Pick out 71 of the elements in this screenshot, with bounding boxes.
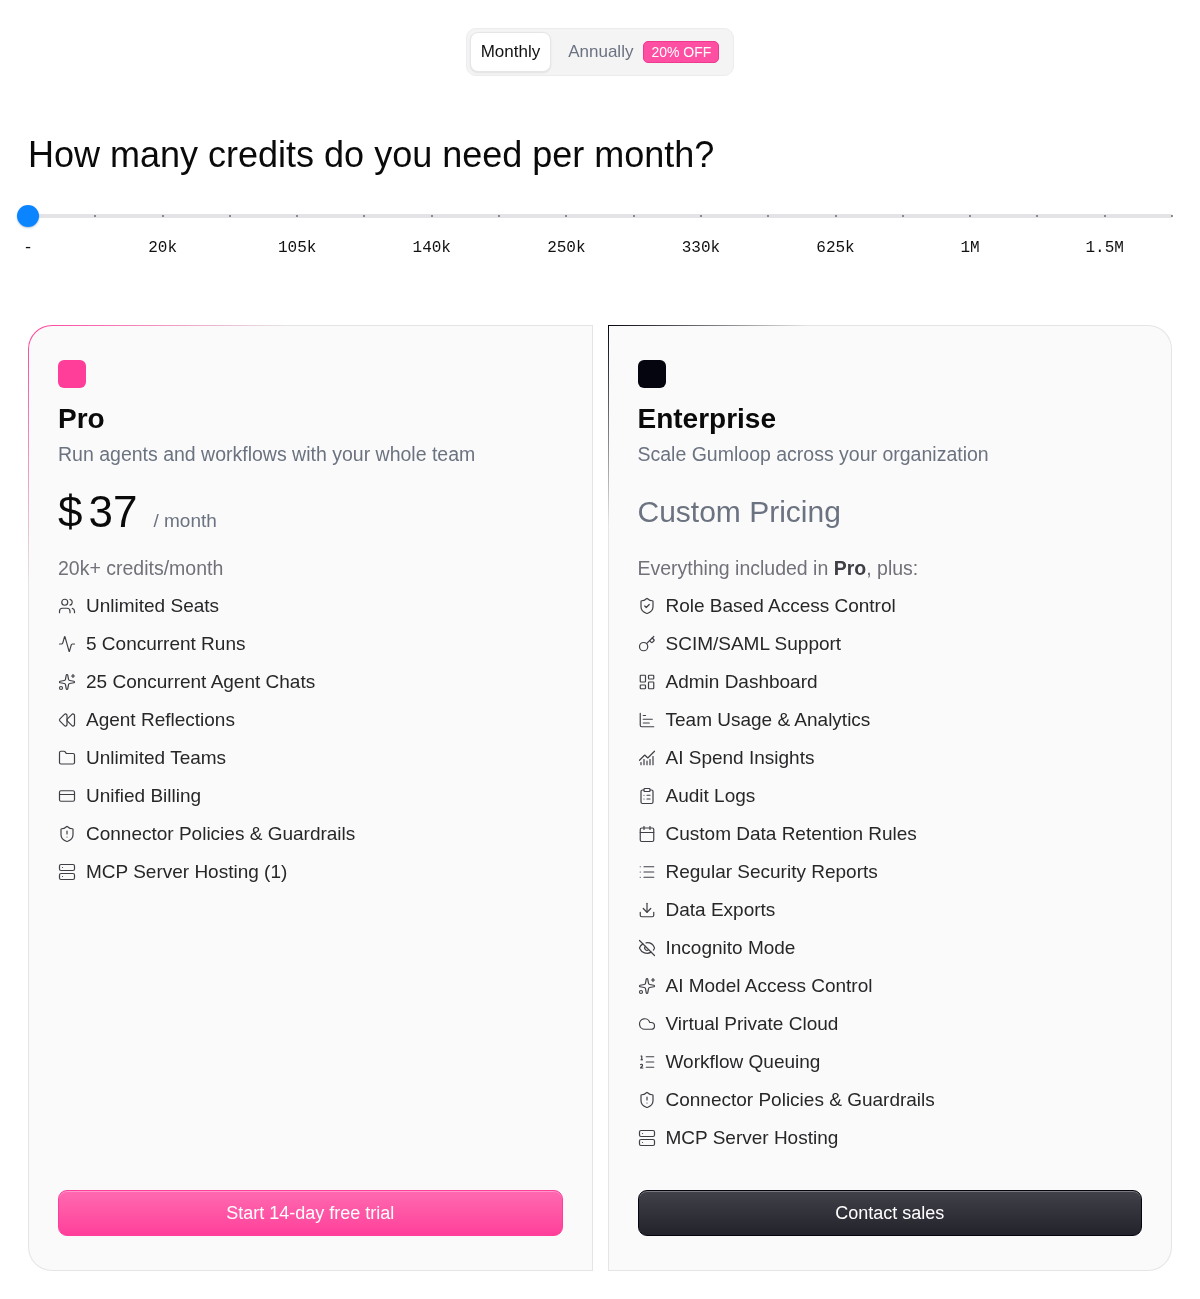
feature-label: MCP Server Hosting (1) [86, 860, 288, 884]
feature-label: Connector Policies & Guardrails [86, 822, 356, 846]
feature-label: Agent Reflections [86, 708, 235, 732]
feature-label: SCIM/SAML Support [665, 632, 842, 656]
custom-pricing: Custom Pricing [637, 494, 841, 530]
card-icon [58, 787, 76, 805]
calendar-icon [637, 825, 656, 843]
plan-description: Scale Gumloop across your organization [637, 442, 990, 467]
shield-check-icon [637, 597, 656, 615]
feature-label: Connector Policies & Guardrails [665, 1088, 935, 1112]
feature-label: Data Exports [665, 898, 776, 922]
rewind-icon [58, 711, 76, 729]
bar-chart-icon [637, 711, 656, 729]
feature-label: Virtual Private Cloud [665, 1012, 839, 1036]
server-icon [58, 863, 76, 881]
slider-label: 330k [681, 238, 721, 258]
credits-question: How many credits do you need per month? [28, 134, 716, 176]
price-period: / month [153, 510, 217, 532]
feature-label: Incognito Mode [665, 936, 796, 960]
feature-label: Role Based Access Control [665, 594, 896, 618]
server-icon [637, 1129, 656, 1147]
billing-tab[interactable]: Annually 20% OFF [555, 32, 731, 72]
feature-label: Regular Security Reports [665, 860, 878, 884]
price-currency: $ [58, 486, 83, 538]
sparkles-icon [637, 977, 656, 995]
users-icon [58, 597, 76, 615]
slider-label: 625k [816, 238, 855, 258]
numbered-list-icon [637, 1053, 656, 1071]
slider-label: 140k [412, 238, 451, 258]
pulse-icon [58, 635, 76, 653]
dashboard-icon [637, 673, 656, 691]
feature-label: Unlimited Seats [86, 594, 220, 618]
feature-label: Workflow Queuing [665, 1050, 821, 1074]
plan-description: Run agents and workflows with your whole team [58, 442, 477, 467]
feature-label: Team Usage & Analytics [665, 708, 871, 732]
cloud-icon [637, 1015, 656, 1033]
feature-label: Custom Data Retention Rules [665, 822, 917, 846]
feature-label: AI Spend Insights [665, 746, 815, 770]
price-amount: 37 [88, 486, 138, 538]
feature-label: Unified Billing [86, 784, 202, 808]
feature-label: Audit Logs [665, 784, 756, 808]
folder-icon [58, 749, 76, 767]
plan-name: Pro [58, 402, 106, 436]
feature-label: MCP Server Hosting [665, 1126, 839, 1150]
contact-sales-button[interactable]: Contact sales [637, 1190, 1142, 1236]
shield-alert-icon [58, 825, 76, 843]
billing-tab[interactable]: Monthly [469, 32, 552, 72]
features-intro: 20k+ credits/month [58, 556, 225, 581]
slider-label: - [23, 238, 33, 258]
download-icon [637, 901, 656, 919]
discount-badge: 20% OFF [643, 41, 720, 63]
list-icon [637, 863, 656, 881]
feature-label: 5 Concurrent Runs [86, 632, 246, 656]
slider-label: 1M [960, 238, 980, 258]
feature-label: AI Model Access Control [665, 974, 873, 998]
slider-label: 1.5M [1085, 238, 1124, 258]
sparkles-icon [58, 673, 76, 691]
feature-label: Unlimited Teams [86, 746, 227, 770]
slider-thumb[interactable] [17, 205, 39, 227]
slider-label: 250k [547, 238, 586, 258]
feature-label: 25 Concurrent Agent Chats [86, 670, 316, 694]
features-intro: Everything included in Pro, plus: [637, 556, 920, 581]
shield-alert-icon [637, 1091, 656, 1109]
clipboard-list-icon [637, 787, 656, 805]
plan-name: Enterprise [637, 402, 777, 436]
feature-label: Admin Dashboard [665, 670, 818, 694]
key-icon [637, 635, 656, 653]
eye-off-icon [637, 939, 656, 957]
slider-label: 20k [148, 238, 177, 258]
rising-chart-icon [637, 749, 656, 767]
slider-label: 105k [277, 238, 317, 258]
